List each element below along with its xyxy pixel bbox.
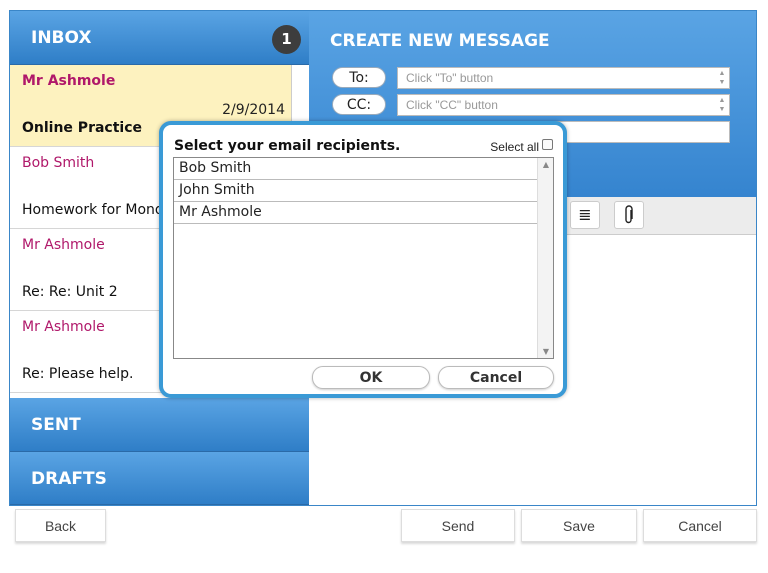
message-subject: Homework for Mond xyxy=(22,202,164,218)
ok-button[interactable]: OK xyxy=(312,366,430,389)
cc-button[interactable]: CC: xyxy=(332,94,386,115)
message-subject: Online Practice xyxy=(22,120,142,136)
cancel-button[interactable]: Cancel xyxy=(643,509,757,542)
inbox-folder-header[interactable]: INBOX 1 xyxy=(10,11,309,65)
to-field-scroll-icon[interactable]: ▲ ▼ xyxy=(717,69,727,87)
recipient-item[interactable]: John Smith xyxy=(174,180,537,202)
unread-count-badge: 1 xyxy=(272,25,301,54)
recipient-list-scrollbar[interactable]: ▲ ▼ xyxy=(537,158,553,358)
paperclip-icon[interactable] xyxy=(614,201,644,229)
message-subject: Re: Please help. xyxy=(22,366,134,382)
to-field-placeholder: Click "To" button xyxy=(406,71,494,85)
sent-folder-header[interactable]: SENT xyxy=(10,398,309,452)
dialog-cancel-button[interactable]: Cancel xyxy=(438,366,554,389)
dialog-title: Select your email recipients. xyxy=(174,138,401,154)
recipient-item[interactable]: Bob Smith xyxy=(174,158,537,180)
inbox-title: INBOX xyxy=(31,28,92,48)
message-subject: Re: Re: Unit 2 xyxy=(22,284,118,300)
drafts-folder-header[interactable]: DRAFTS xyxy=(10,452,309,505)
align-justify-icon[interactable]: ≣ xyxy=(570,201,600,229)
select-all-label: Select all xyxy=(490,140,539,154)
save-button[interactable]: Save xyxy=(521,509,637,542)
message-sender: Mr Ashmole xyxy=(22,73,116,89)
send-button[interactable]: Send xyxy=(401,509,515,542)
select-all-control[interactable]: Select all xyxy=(490,139,553,154)
recipients-dialog: Select your email recipients. Select all… xyxy=(159,121,567,398)
recipient-list[interactable]: Bob Smith John Smith Mr Ashmole ▲ ▼ xyxy=(173,157,554,359)
message-date: 2/9/2014 xyxy=(222,102,285,118)
to-field[interactable]: Click "To" button ▲ ▼ xyxy=(397,67,730,89)
cc-field-scroll-icon[interactable]: ▲ ▼ xyxy=(717,96,727,114)
select-all-checkbox[interactable] xyxy=(542,139,553,150)
cc-field[interactable]: Click "CC" button ▲ ▼ xyxy=(397,94,730,116)
scroll-up-icon[interactable]: ▲ xyxy=(538,160,553,169)
cc-field-placeholder: Click "CC" button xyxy=(406,98,498,112)
compose-title: CREATE NEW MESSAGE xyxy=(330,31,550,51)
recipient-item[interactable]: Mr Ashmole xyxy=(174,202,537,224)
scroll-down-icon[interactable]: ▼ xyxy=(538,347,553,356)
back-button[interactable]: Back xyxy=(15,509,106,542)
to-button[interactable]: To: xyxy=(332,67,386,88)
